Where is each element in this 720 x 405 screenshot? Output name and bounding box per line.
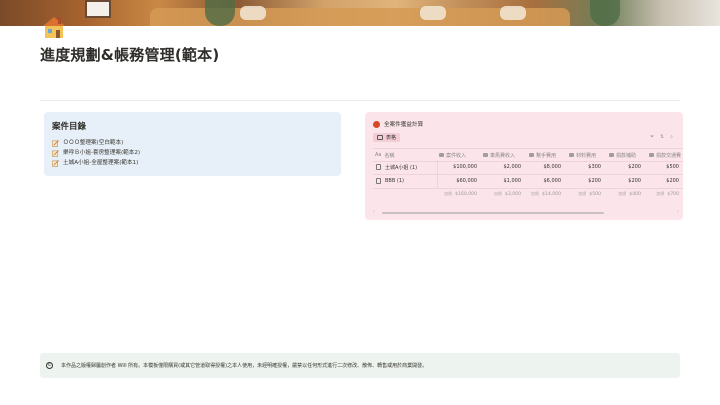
- case-link-label: 樂呼Ｂ小姐-套房整理案(範本2): [63, 150, 141, 156]
- table-cell[interactable]: $1,000: [481, 174, 525, 188]
- cover-plant-shape: [205, 0, 235, 26]
- sum-value: $3,000: [504, 191, 521, 197]
- house-icon[interactable]: [40, 14, 68, 40]
- column-header-label: 捐款補助: [616, 152, 637, 159]
- scroll-right-icon[interactable]: ›: [677, 209, 679, 215]
- database-title[interactable]: 全案件獲益計算: [373, 120, 423, 128]
- view-tab-table[interactable]: 表格: [373, 133, 401, 142]
- sum-label: 加總: [531, 191, 539, 196]
- scrollbar-thumb[interactable]: [382, 212, 604, 214]
- cover-image: [0, 0, 720, 26]
- sum-label: 加總: [493, 191, 502, 196]
- sum-value: $400: [629, 191, 641, 197]
- memo-icon: [52, 159, 59, 167]
- column-header-label: 案件收入: [446, 152, 467, 159]
- cover-plant-shape: [590, 0, 620, 26]
- column-header-label: 幫手費用: [536, 152, 557, 159]
- accounting-callout: 全案件獲益計算 表格 ⏷ ⇅ ⌕ Aa 名稱 案件收入 車馬費收入 幫手費用 材…: [365, 112, 683, 220]
- table-cell[interactable]: $500: [645, 160, 683, 174]
- table-cell[interactable]: $100,000: [437, 160, 481, 174]
- horizontal-scrollbar[interactable]: ‹ ›: [373, 209, 683, 215]
- sum-value: $14,000: [542, 191, 561, 197]
- document-icon: [376, 178, 381, 184]
- view-tab-label: 表格: [386, 135, 397, 141]
- sort-icon[interactable]: ⇅: [660, 134, 664, 140]
- table-cell[interactable]: $8,000: [525, 160, 565, 174]
- helper-icon: [529, 153, 534, 157]
- document-icon: [376, 164, 381, 170]
- subsidy-icon: [609, 153, 614, 157]
- copyright-notice: 本作品之版權歸屬創作者 Will 所有。本模板僅限購買(或其它管道取得授權)之本…: [61, 363, 428, 369]
- divider: [40, 100, 680, 101]
- sum-cell[interactable]: 加總 $160,000: [437, 189, 481, 199]
- case-link-label: 土城A小姐-全屋整理案(範本1): [63, 160, 139, 166]
- page-title: 進度規劃&帳務管理(範本): [40, 46, 220, 64]
- table-row[interactable]: 土城A小姐 (1) $100,000 $2,000 $8,000 $300 $2…: [373, 160, 683, 175]
- case-link[interactable]: ＯＯＯ整理案(空白範本): [52, 138, 333, 148]
- database-title-text: 全案件獲益計算: [384, 122, 424, 128]
- column-header-label: 名稱: [384, 152, 395, 159]
- table-cell[interactable]: $6,000: [525, 174, 565, 188]
- sum-cell[interactable]: 加總 $3,000: [481, 189, 525, 199]
- sum-label: 加總: [578, 191, 587, 196]
- copyright-icon: ©: [46, 362, 53, 369]
- text-aa-icon: Aa: [375, 152, 382, 158]
- case-link[interactable]: 土城A小姐-全屋整理案(範本1): [52, 158, 333, 168]
- cover-pillow-shape: [240, 6, 266, 20]
- copyright-callout: © 本作品之版權歸屬創作者 Will 所有。本模板僅限購買(或其它管道取得授權)…: [40, 353, 680, 378]
- table-summary-row: 加總 $160,000 加總 $3,000 加總 $14,000 加總 $500 加總 $…: [373, 189, 683, 199]
- table-cell[interactable]: $200: [605, 160, 645, 174]
- sum-value: $500: [589, 191, 601, 197]
- database-toolbar: ⏷ ⇅ ⌕: [650, 134, 673, 140]
- cover-frame-shape: [85, 0, 111, 18]
- table-row[interactable]: BBB (1) $60,000 $1,000 $6,000 $200 $200 …: [373, 174, 683, 189]
- table-cell[interactable]: $200: [565, 174, 605, 188]
- case-list-callout: 案件目錄 ＯＯＯ整理案(空白範本) 樂呼Ｂ小姐-套房整理案(範本2) 土城A小姐…: [44, 112, 341, 176]
- revenue-icon: [439, 153, 444, 157]
- sum-cell[interactable]: 加總 $700: [645, 189, 683, 199]
- filter-icon[interactable]: ⏷: [650, 134, 654, 140]
- cover-pillow-shape: [420, 6, 446, 20]
- table-cell[interactable]: $200: [605, 174, 645, 188]
- material-icon: [569, 153, 574, 157]
- table-cell[interactable]: $60,000: [437, 174, 481, 188]
- row-name-cell[interactable]: BBB (1): [373, 174, 437, 188]
- sum-label: 加總: [618, 191, 627, 196]
- scroll-left-icon[interactable]: ‹: [373, 209, 375, 215]
- row-name: 土城A小姐 (1): [385, 164, 418, 171]
- table-icon: [377, 135, 383, 140]
- column-header-label: 捐款交通費: [656, 152, 682, 159]
- transport-icon: [649, 153, 654, 157]
- table-cell[interactable]: $300: [565, 160, 605, 174]
- sum-value: $160,000: [455, 191, 477, 197]
- sum-cell[interactable]: 加總 $500: [565, 189, 605, 199]
- car-fee-icon: [483, 153, 488, 157]
- memo-icon: [52, 139, 59, 147]
- sum-label: 加總: [444, 191, 453, 196]
- search-icon[interactable]: ⌕: [670, 134, 673, 140]
- sum-cell[interactable]: 加總 $400: [605, 189, 645, 199]
- case-link[interactable]: 樂呼Ｂ小姐-套房整理案(範本2): [52, 148, 333, 158]
- cover-pillow-shape: [500, 6, 526, 20]
- red-circle-icon: [373, 120, 380, 128]
- case-list-heading: 案件目錄: [52, 122, 87, 132]
- column-header-label: 材料費用: [576, 152, 597, 159]
- memo-icon: [52, 149, 59, 157]
- sum-cell[interactable]: 加總 $14,000: [525, 189, 565, 199]
- table-cell[interactable]: $2,000: [481, 160, 525, 174]
- row-name-cell[interactable]: 土城A小姐 (1): [373, 160, 437, 174]
- sum-label: 加總: [656, 191, 665, 196]
- sum-value: $700: [667, 191, 679, 197]
- row-name: BBB (1): [385, 178, 404, 184]
- case-link-label: ＯＯＯ整理案(空白範本): [63, 140, 124, 146]
- column-header-label: 車馬費收入: [490, 152, 516, 159]
- table-cell[interactable]: $200: [645, 174, 683, 188]
